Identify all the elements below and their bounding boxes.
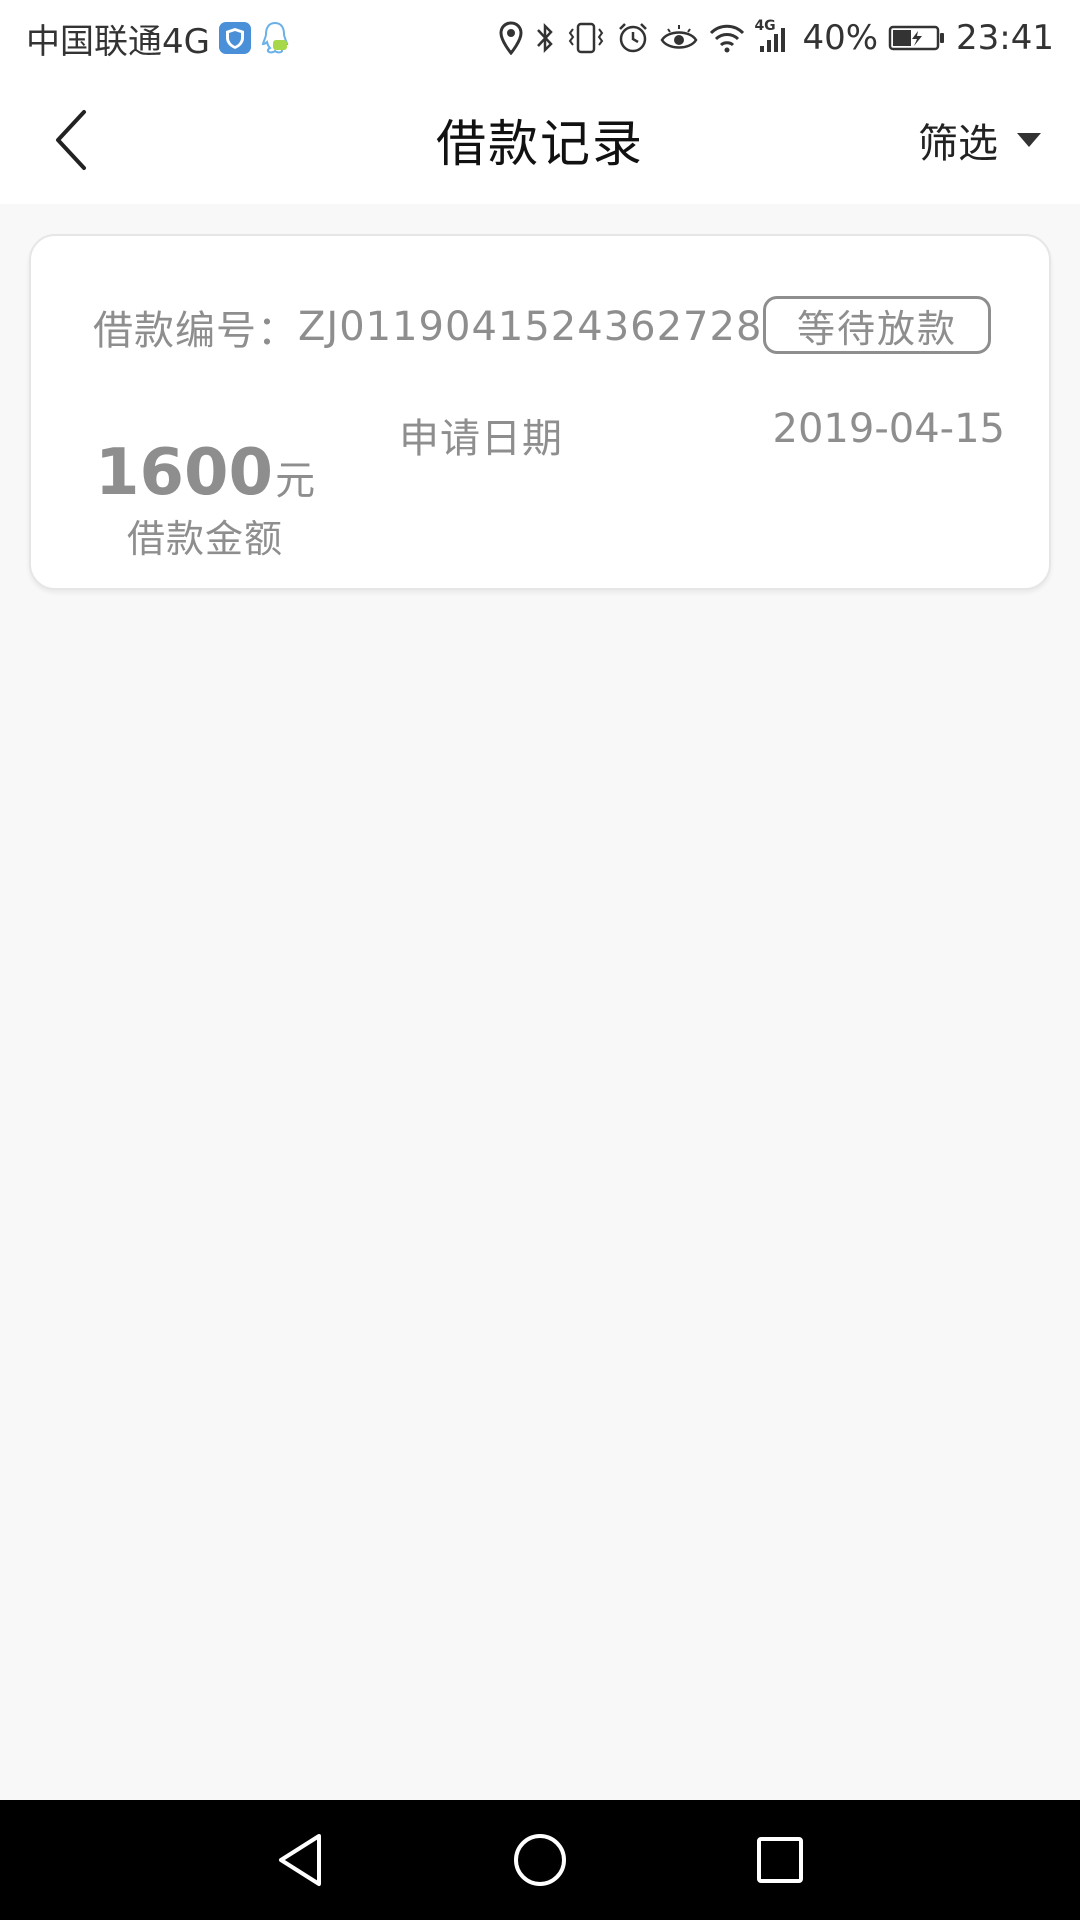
network-type-label: 4G <box>754 18 776 34</box>
filter-button[interactable]: 筛选 <box>918 100 1042 180</box>
signal-icon: 4G <box>754 18 792 54</box>
status-bar: 中国联通4G 4G 40% 23:41 <box>0 0 1080 76</box>
qq-icon <box>260 20 290 56</box>
square-recents-icon <box>757 1837 803 1883</box>
nav-home-button[interactable] <box>420 1800 660 1920</box>
location-icon <box>498 21 524 55</box>
loan-amount-value: 1600 <box>94 436 274 510</box>
alarm-icon <box>616 21 650 55</box>
circle-home-icon <box>514 1834 566 1886</box>
system-nav-bar <box>0 1800 1080 1920</box>
loan-amount-block: 1600 元 借款金额 <box>95 436 315 563</box>
loan-amount-line: 1600 元 <box>95 436 315 510</box>
apply-date-value: 2019-04-15 <box>772 406 1005 452</box>
status-bar-left: 中国联通4G <box>26 14 298 63</box>
wifi-icon <box>708 22 746 54</box>
bluetooth-icon <box>534 21 556 55</box>
clock: 23:41 <box>956 18 1054 58</box>
triangle-back-icon <box>279 1834 321 1886</box>
nav-back-button[interactable] <box>180 1800 420 1920</box>
loan-number-value: ZJ0119041524362728 <box>298 304 763 350</box>
battery-icon <box>888 23 946 53</box>
shield-icon <box>218 21 252 55</box>
loan-record-card[interactable]: 借款编号： ZJ0119041524362728 等待放款 1600 元 借款金… <box>29 234 1051 590</box>
carrier-label: 中国联通4G <box>26 21 210 62</box>
eye-icon <box>660 23 698 53</box>
header: 借款记录 筛选 <box>0 76 1080 204</box>
nav-recents-button[interactable] <box>660 1800 900 1920</box>
loan-amount-unit: 元 <box>275 458 316 504</box>
caret-down-icon <box>1016 132 1042 148</box>
filter-label: 筛选 <box>918 121 998 167</box>
apply-date-label: 申请日期 <box>399 416 563 462</box>
status-bar-right: 4G 40% 23:41 <box>488 18 1054 58</box>
status-badge: 等待放款 <box>763 296 991 354</box>
loan-number-label: 借款编号： <box>93 308 298 354</box>
battery-percent: 40% <box>802 18 879 58</box>
vibrate-icon <box>566 21 606 55</box>
loan-number-row: 借款编号： ZJ0119041524362728 <box>93 298 762 356</box>
loan-amount-label: 借款金额 <box>126 517 283 561</box>
